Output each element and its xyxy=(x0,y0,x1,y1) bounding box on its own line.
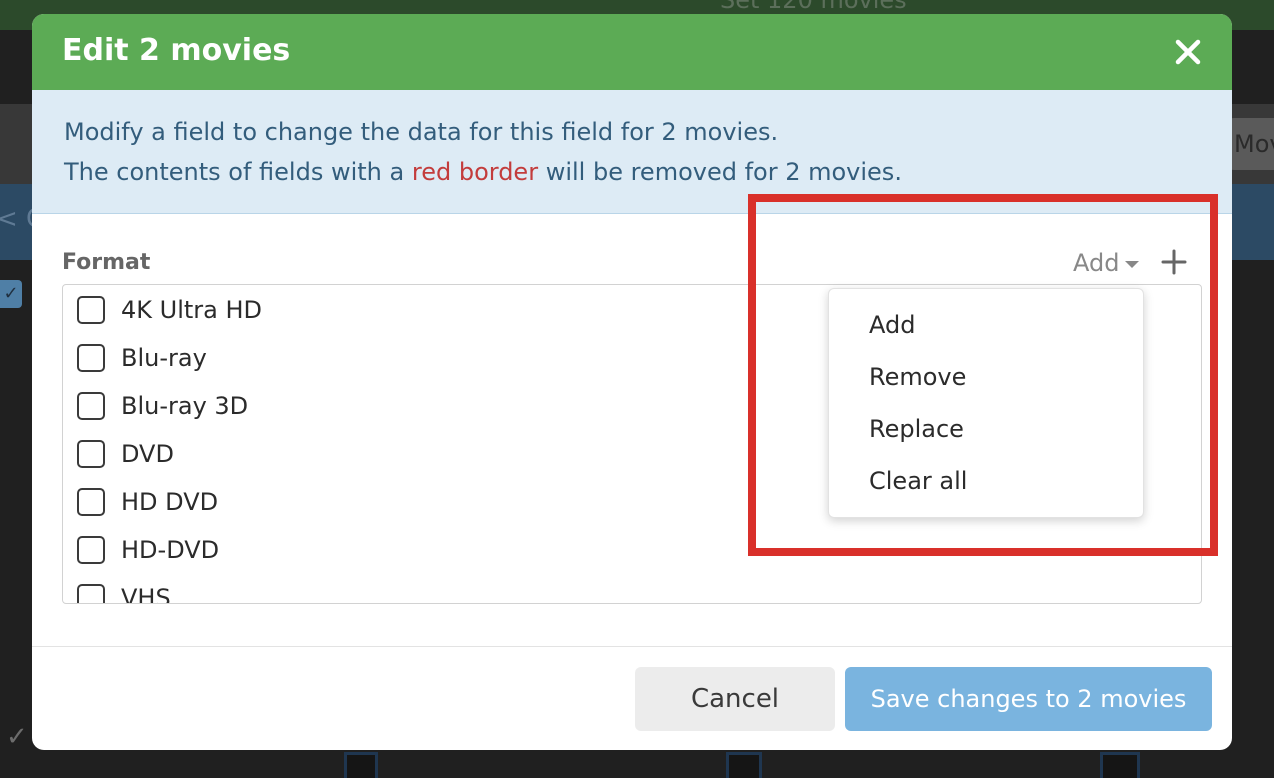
cancel-button[interactable]: Cancel xyxy=(635,667,835,731)
info-line-2: The contents of fields with a red border… xyxy=(64,158,902,186)
background-topbar-text: Set 120 movies xyxy=(720,0,907,14)
caret-down-icon xyxy=(1125,261,1140,268)
option-label: HD DVD xyxy=(121,488,219,516)
edit-movies-dialog: Edit 2 movies Modify a field to change t… xyxy=(32,14,1232,750)
format-option[interactable]: VHS xyxy=(77,581,171,604)
save-changes-button[interactable]: Save changes to 2 movies xyxy=(845,667,1212,731)
checkbox[interactable] xyxy=(77,296,105,324)
checkbox[interactable] xyxy=(77,488,105,516)
close-icon xyxy=(1175,39,1201,65)
format-option[interactable]: Blu-ray xyxy=(77,341,207,375)
info-message: Modify a field to change the data for th… xyxy=(32,90,1232,214)
checkbox[interactable] xyxy=(77,584,105,603)
format-option[interactable]: HD-DVD xyxy=(77,533,219,567)
plus-icon xyxy=(1161,249,1187,275)
option-label: Blu-ray 3D xyxy=(121,392,249,420)
edit-mode-dropdown[interactable]: Add xyxy=(1073,248,1140,278)
format-option[interactable]: 4K Ultra HD xyxy=(77,293,262,327)
option-label: HD-DVD xyxy=(121,536,220,564)
option-label: DVD xyxy=(121,440,174,468)
background-pill: Movie xyxy=(1226,118,1274,170)
format-option[interactable]: Blu-ray 3D xyxy=(77,389,248,423)
dialog-header: Edit 2 movies xyxy=(32,14,1232,90)
checkbox[interactable] xyxy=(77,440,105,468)
dialog-title: Edit 2 movies xyxy=(62,33,291,68)
checkbox[interactable] xyxy=(77,536,105,564)
format-option[interactable]: DVD xyxy=(77,437,174,471)
background-check-icon: ✓ xyxy=(6,722,28,752)
format-option[interactable]: HD DVD xyxy=(77,485,218,519)
info-line-1: Modify a field to change the data for th… xyxy=(64,118,779,146)
background-card xyxy=(726,752,762,778)
option-label: VHS xyxy=(121,584,171,604)
format-field-label: Format xyxy=(62,250,151,275)
option-label: Blu-ray xyxy=(121,344,207,372)
close-button[interactable] xyxy=(1170,34,1206,70)
red-border-text: red border xyxy=(411,158,539,186)
info-text: The contents of fields with a xyxy=(64,158,412,186)
edit-mode-selected: Add xyxy=(1073,249,1120,277)
menu-item-clear-all[interactable]: Clear all xyxy=(869,467,967,495)
menu-item-replace[interactable]: Replace xyxy=(869,415,964,443)
background-card xyxy=(1100,752,1140,778)
menu-item-remove[interactable]: Remove xyxy=(869,363,966,391)
background-checkbox-icon: ✓ xyxy=(0,280,22,308)
option-label: 4K Ultra HD xyxy=(121,296,263,324)
menu-item-add[interactable]: Add xyxy=(869,311,915,339)
checkbox[interactable] xyxy=(77,392,105,420)
add-option-button[interactable] xyxy=(1160,248,1188,276)
background-card xyxy=(344,752,378,778)
info-text: will be removed for 2 movies. xyxy=(538,158,902,186)
footer-divider xyxy=(32,646,1232,647)
checkbox[interactable] xyxy=(77,344,105,372)
edit-mode-menu: Add Remove Replace Clear all xyxy=(828,288,1144,518)
